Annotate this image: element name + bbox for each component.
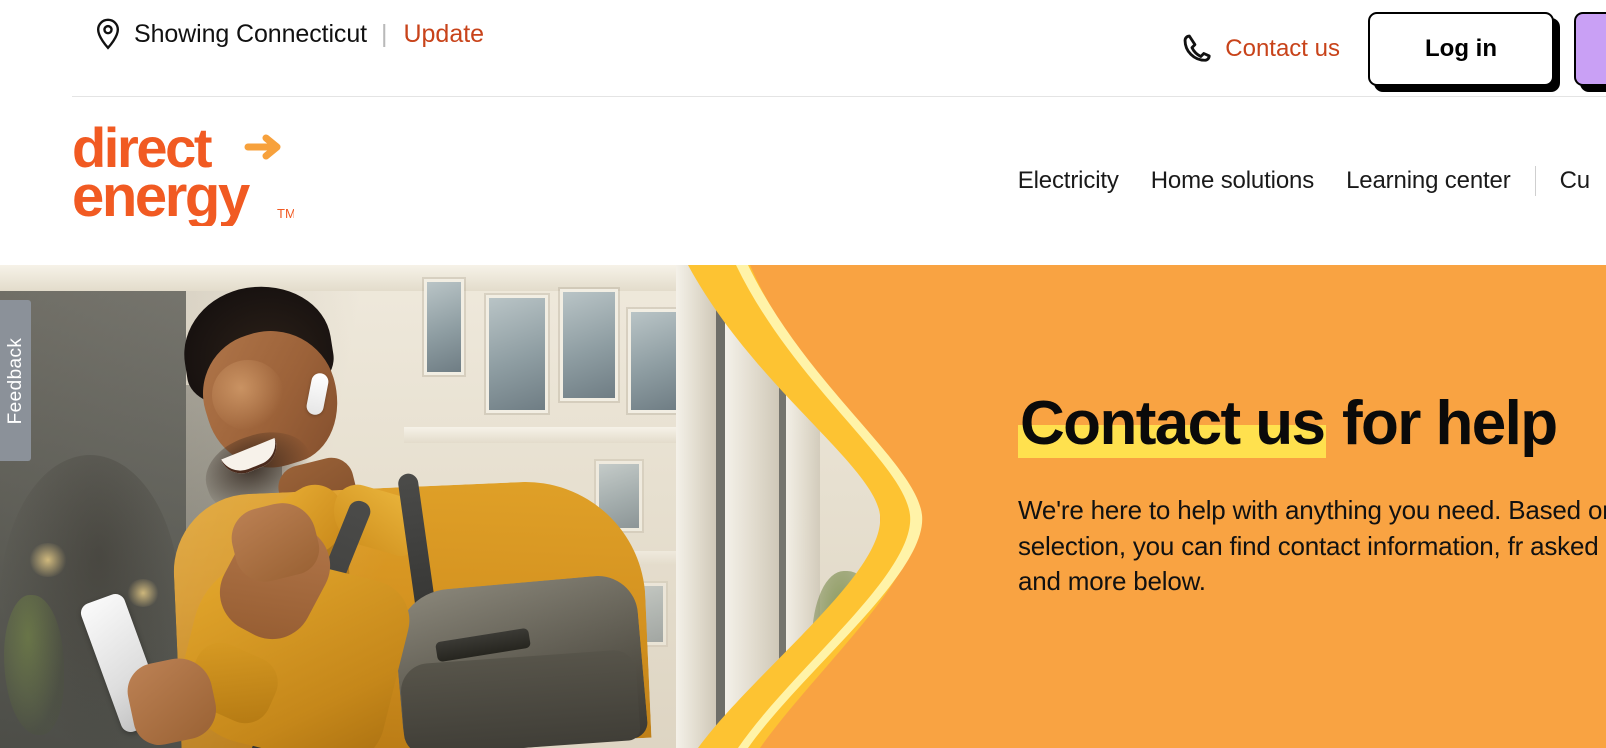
utility-separator: | (380, 19, 388, 48)
nav-link-list: Electricity Home solutions Learning cent… (1002, 97, 1606, 265)
hero-title: Contact us for help (1018, 389, 1606, 458)
hero-title-highlight: Contact us (1018, 389, 1327, 458)
phone-icon (1178, 31, 1214, 67)
main-navigation: direct energy TM Electricity Home soluti… (0, 97, 1606, 265)
nav-item-learning-center[interactable]: Learning center (1330, 167, 1527, 195)
logo-trademark: TM (277, 206, 294, 221)
contact-us-label: Contact us (1225, 34, 1340, 62)
nav-item-electricity[interactable]: Electricity (1002, 167, 1135, 195)
logo-arrow-icon (244, 134, 281, 160)
showing-location-label: Showing Connecticut (134, 19, 367, 48)
utility-bar: Showing Connecticut | Update Contact us … (0, 0, 1606, 97)
page-root: Showing Connecticut | Update Contact us … (0, 0, 1606, 748)
hero-section: Contact us for help We're here to help w… (0, 265, 1606, 748)
hero-title-rest: for help (1326, 389, 1558, 458)
hero-content-panel: Contact us for help We're here to help w… (846, 265, 1606, 748)
hero-body-text: We're here to help with anything you nee… (1018, 495, 1606, 597)
contact-us-link[interactable]: Contact us (1178, 31, 1340, 67)
feedback-tab[interactable]: Feedback (0, 300, 31, 461)
direct-energy-logo[interactable]: direct energy TM (72, 116, 296, 229)
update-location-link[interactable]: Update (403, 20, 484, 49)
login-button[interactable]: Log in (1368, 11, 1554, 86)
nav-item-customer-service[interactable]: Cu (1544, 167, 1606, 195)
location-indicator: Showing Connecticut | Update (94, 18, 484, 50)
secondary-purple-button[interactable] (1574, 11, 1606, 86)
hero-copy: Contact us for help We're here to help w… (1018, 389, 1606, 600)
nav-divider (1534, 166, 1536, 196)
feedback-tab-label: Feedback (4, 337, 26, 424)
location-pin-icon (94, 18, 122, 50)
utility-actions: Contact us Log in (1178, 0, 1606, 97)
nav-item-home-solutions[interactable]: Home solutions (1135, 167, 1330, 195)
logo-text-energy: energy (72, 164, 250, 226)
